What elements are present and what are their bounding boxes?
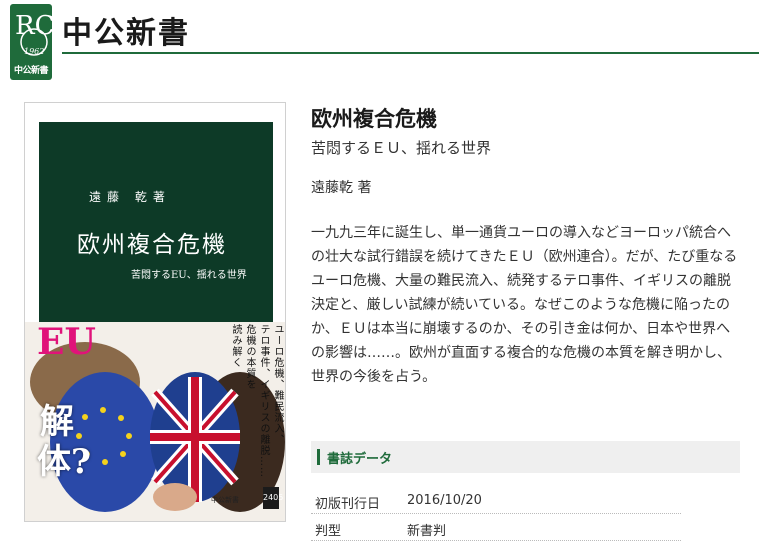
book-subtitle: 苦悶するＥＵ、揺れる世界 [311, 139, 492, 157]
cover-title-panel: 遠藤 乾著 欧州複合危機 苦悶するEU、揺れる世界 [39, 122, 273, 322]
cover-author: 遠藤 乾著 [89, 190, 171, 204]
cover-publisher: 中公新書 [211, 496, 239, 504]
bibliographic-data-heading: 書誌データ [327, 452, 393, 467]
book-description: 一九九三年に誕生し、単一通貨ユーロの導入などヨーロッパ統合への壮大な試行錯誤を続… [311, 225, 738, 385]
svg-text:1962: 1962 [24, 47, 44, 56]
data-row-publication-date: 初版刊行日 2016/10/20 [311, 488, 681, 514]
cover-photo: EU 解体? ユーロ危機、難民流入、 テロ事件、イギリスの離脱…… 危機の本質を… [25, 322, 285, 521]
cover-kaitai-text: 解体? [37, 402, 91, 482]
data-key: 初版刊行日 [315, 497, 381, 512]
cover-blurb-line-1: ユーロ危機、難民流入、 [272, 324, 283, 445]
cover-blurb-line-4: 読み解く [230, 324, 241, 368]
book-cover-image: 遠藤 乾著 欧州複合危機 苦悶するEU、揺れる世界 EU 解体? ユーロ危機、難… [24, 102, 286, 522]
cover-blurb-line-3: 危機の本質を [244, 324, 255, 390]
book-title: 欧州複合危機 [311, 107, 437, 131]
data-row-format: 判型 新書判 [311, 515, 681, 541]
data-value: 新書判 [407, 524, 447, 539]
bibliographic-data-header: 書誌データ [311, 441, 740, 473]
section-marker [317, 449, 320, 465]
chuko-shinsho-logo[interactable]: RC 1962 中公新書 [10, 4, 52, 80]
cover-blurb-line-2: テロ事件、イギリスの離脱…… [258, 324, 269, 478]
cover-title: 欧州複合危機 [77, 232, 227, 258]
site-title[interactable]: 中公新書 [62, 8, 190, 52]
cover-eu-text: EU [37, 322, 96, 363]
data-key: 判型 [315, 524, 342, 539]
cover-series-number: 2405 [263, 487, 283, 509]
data-value: 2016/10/20 [407, 493, 482, 508]
book-author[interactable]: 遠藤乾 著 [311, 177, 371, 197]
cover-subtitle: 苦悶するEU、揺れる世界 [131, 270, 247, 281]
rc-monogram-icon: RC 1962 [15, 11, 52, 56]
logo-label: 中公新書 [13, 66, 49, 76]
header-divider [62, 52, 759, 54]
